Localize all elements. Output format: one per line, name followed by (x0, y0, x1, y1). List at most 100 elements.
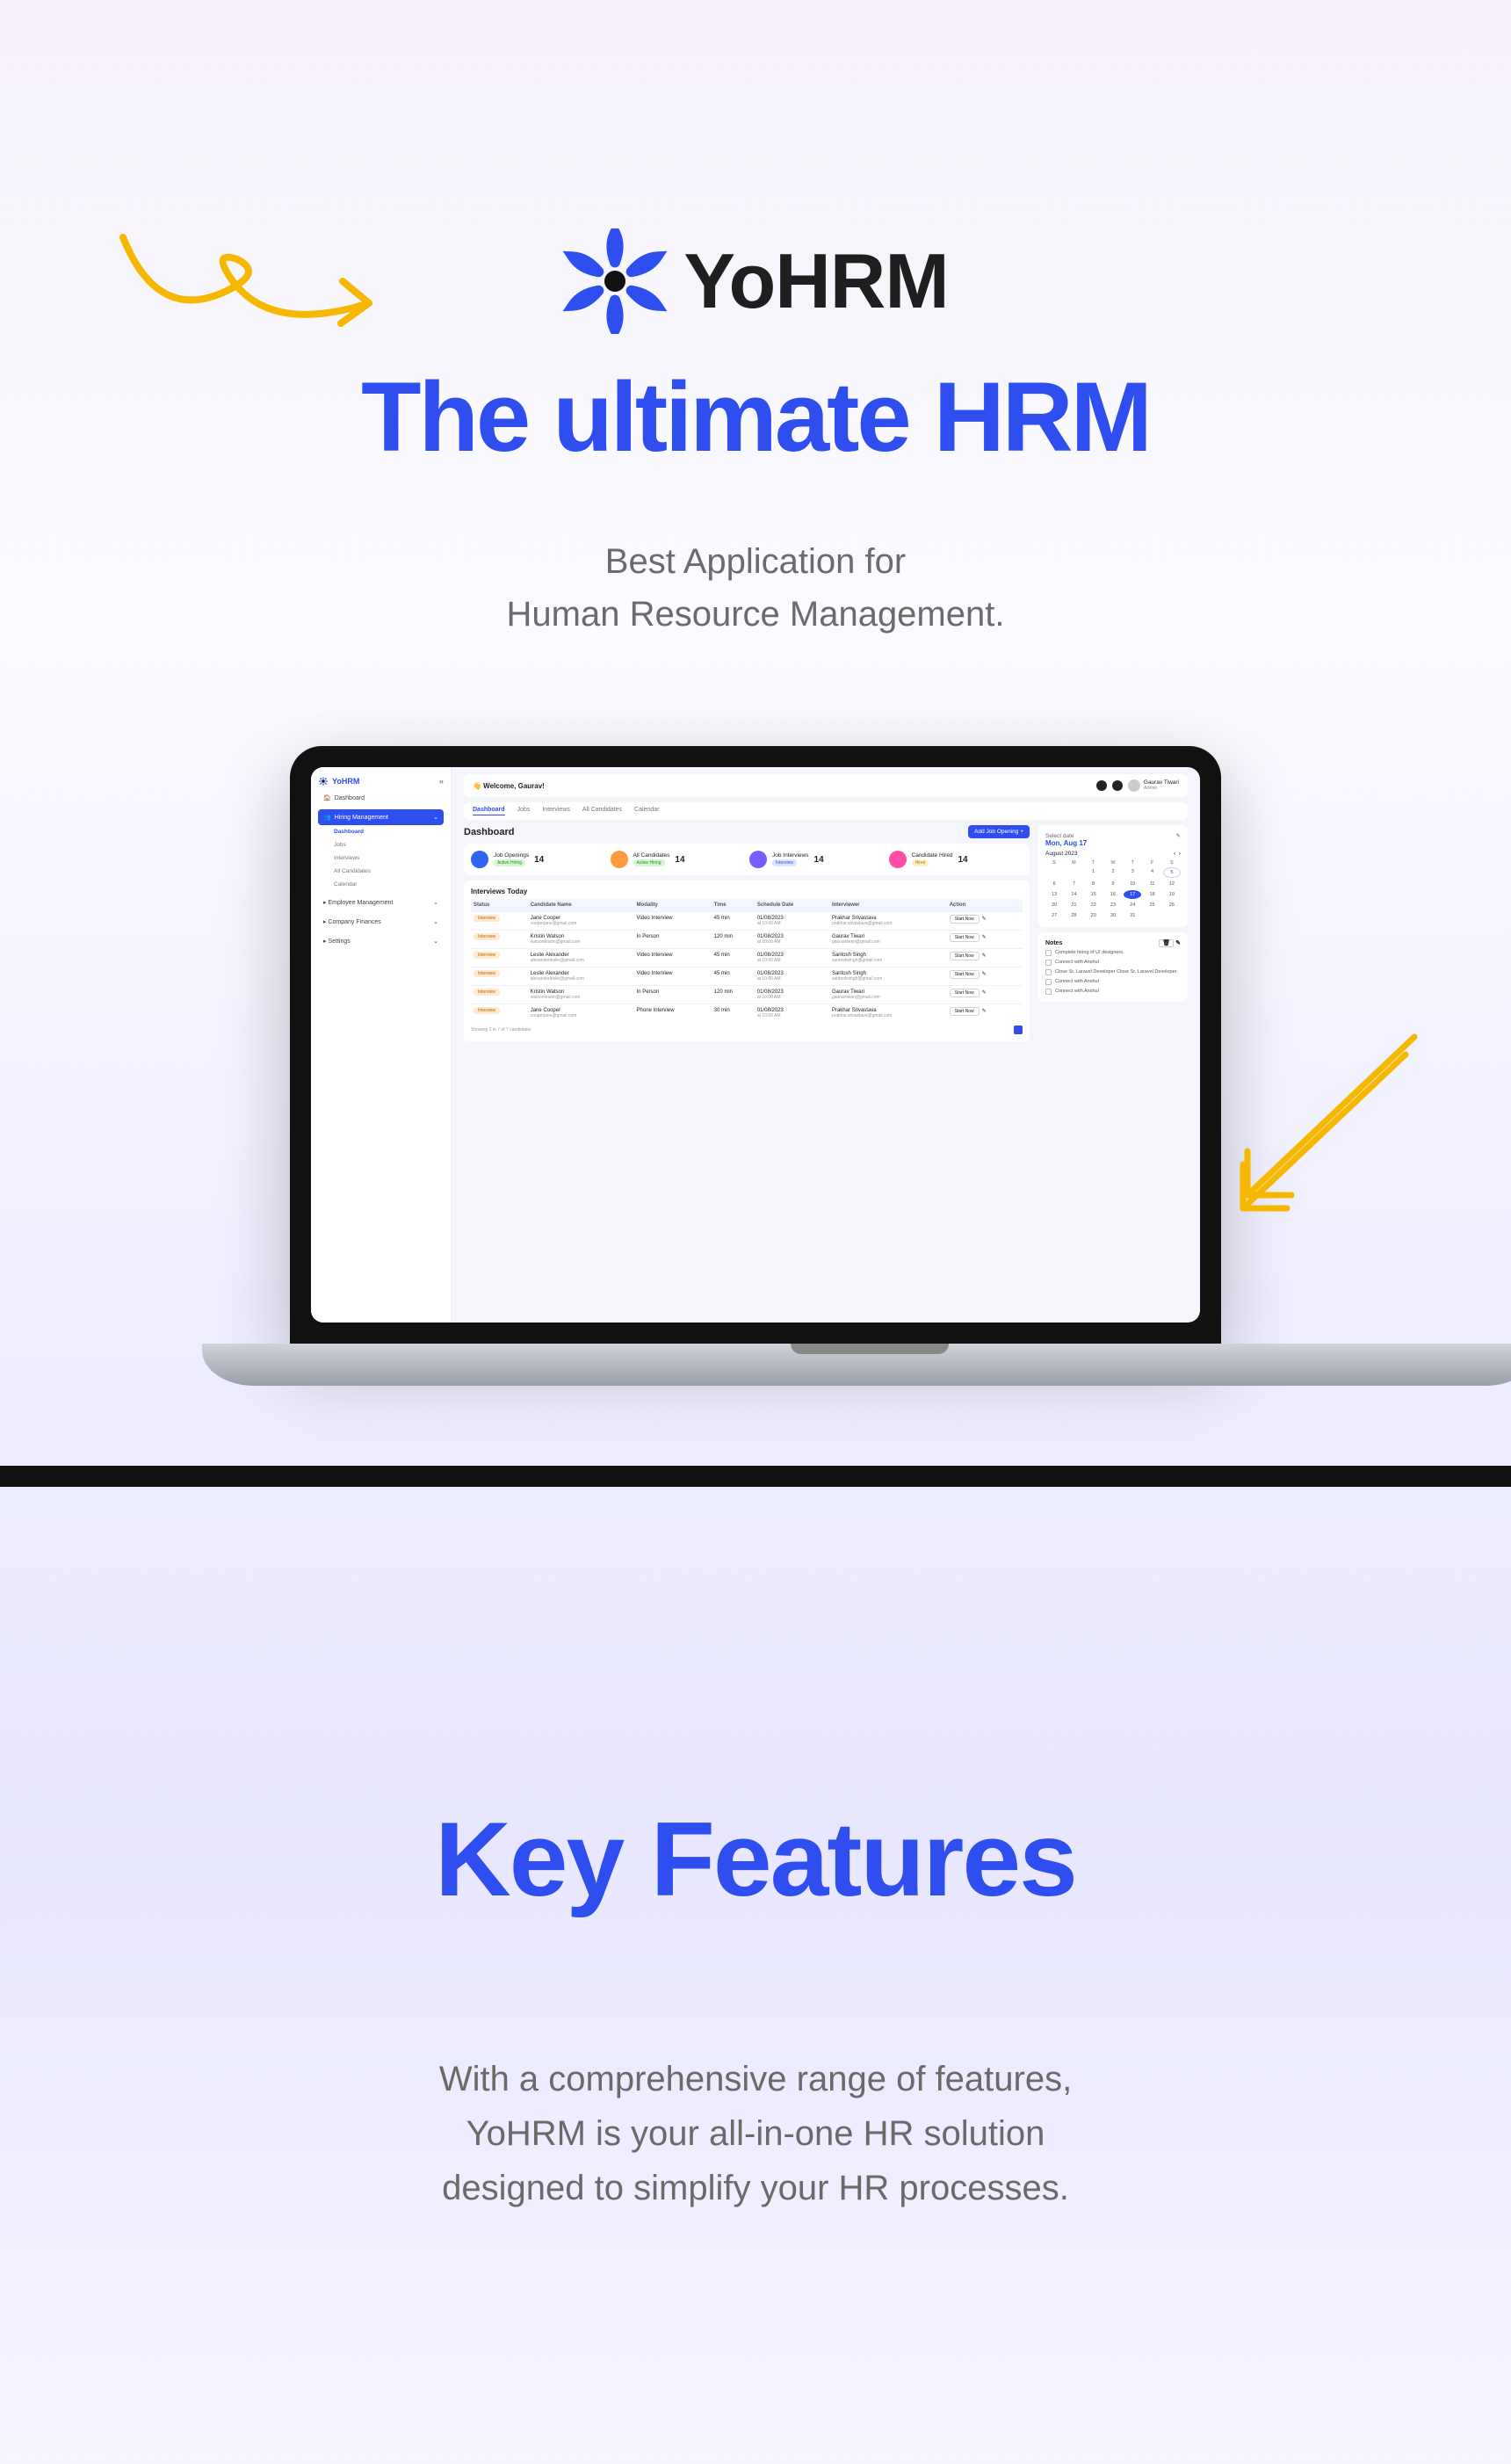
calendar-day (1143, 911, 1160, 920)
edit-icon[interactable]: ✎ (982, 972, 987, 977)
calendar-day[interactable]: 4 (1143, 867, 1160, 878)
edit-icon[interactable]: ✎ (982, 1009, 987, 1014)
stat-icon (611, 851, 628, 868)
sidebar-subitem[interactable]: Interviews (318, 852, 444, 865)
tab[interactable]: All Candidates (582, 807, 622, 815)
start-now-button[interactable]: Start Now (950, 952, 980, 960)
start-now-button[interactable]: Start Now (950, 1007, 980, 1016)
sidebar-item-dashboard[interactable]: 🏠 Dashboard (318, 790, 444, 806)
calendar-month: August 2023 (1045, 851, 1078, 857)
calendar-day[interactable]: 28 (1065, 911, 1082, 920)
calendar-day[interactable]: 7 (1065, 880, 1082, 888)
calendar-day[interactable]: 18 (1143, 890, 1160, 899)
sidebar-subitem[interactable]: Jobs (318, 838, 444, 852)
sidebar-item[interactable]: ▸ Company Finances⌄ (318, 914, 444, 930)
hero-headline: The ultimate HRM (0, 360, 1511, 474)
checkbox-icon[interactable] (1045, 969, 1052, 975)
note-item: Connect with Anshul (1045, 960, 1181, 966)
sidebar-item-hiring[interactable]: 👥 Hiring Management⌄ (318, 809, 444, 825)
welcome-user: Gaurav! (518, 782, 545, 790)
topbar-role: Admin (1144, 786, 1179, 791)
cal-next[interactable]: › (1179, 851, 1181, 857)
sidebar-subitem[interactable]: Dashboard (318, 825, 444, 838)
calendar-day[interactable]: 30 (1104, 911, 1122, 920)
calendar-day[interactable]: 13 (1045, 890, 1063, 899)
tab[interactable]: Jobs (517, 807, 531, 815)
calendar-day[interactable]: 23 (1104, 901, 1122, 910)
calendar-day[interactable]: 16 (1104, 890, 1122, 899)
user-menu[interactable]: Gaurav Tiwari Admin (1128, 779, 1179, 792)
checkbox-icon[interactable] (1045, 979, 1052, 985)
edit-icon[interactable]: ✎ (1176, 832, 1181, 839)
mini-logo-icon (318, 776, 329, 786)
sidebar-item[interactable]: ▸ Settings⌄ (318, 933, 444, 949)
calendar-day[interactable]: 19 (1163, 890, 1181, 899)
calendar-dow: M (1065, 860, 1082, 866)
calendar-day[interactable]: 9 (1104, 880, 1122, 888)
dashboard-title: Dashboard (464, 827, 514, 837)
stat-item: Job OpeningsActive Hiring14 (471, 851, 605, 868)
calendar-day[interactable]: 22 (1085, 901, 1103, 910)
hero-sub1: Best Application for (605, 542, 906, 581)
hero-subhead: Best Application for Human Resource Mana… (0, 535, 1511, 641)
calendar-day[interactable]: 10 (1124, 880, 1141, 888)
sidebar-subitem[interactable]: All Candidates (318, 865, 444, 878)
edit-icon[interactable]: ✎ (1175, 940, 1181, 946)
calendar-dow: T (1124, 860, 1141, 866)
notes-action[interactable]: 🗑 (1159, 939, 1174, 947)
table-row: InterviewKristin Watsonwatsonkristin@gma… (471, 986, 1023, 1004)
calendar-day[interactable]: 3 (1124, 867, 1141, 878)
topbar-icon[interactable] (1096, 780, 1107, 791)
calendar-day[interactable]: 31 (1124, 911, 1141, 920)
calendar-day[interactable]: 1 (1085, 867, 1103, 878)
edit-icon[interactable]: ✎ (982, 917, 987, 922)
calendar-day[interactable]: 15 (1085, 890, 1103, 899)
table-title: Interviews Today (471, 888, 1023, 895)
tab[interactable]: Calendar (634, 807, 659, 815)
calendar-day[interactable]: 6 (1045, 880, 1063, 888)
sidebar-subitem[interactable]: Calendar (318, 878, 444, 891)
calendar-grid: SMTWTFS123456789101112131415161718192021… (1045, 860, 1181, 920)
start-now-button[interactable]: Start Now (950, 915, 980, 924)
calendar-day[interactable]: 5 (1163, 867, 1181, 878)
dashboard-sidebar: YoHRM « 🏠 Dashboard 👥 Hiring Management⌄… (311, 767, 452, 1323)
calendar-day[interactable]: 8 (1085, 880, 1103, 888)
checkbox-icon[interactable] (1045, 989, 1052, 995)
edit-icon[interactable]: ✎ (982, 953, 987, 959)
checkbox-icon[interactable] (1045, 950, 1052, 956)
start-now-button[interactable]: Start Now (950, 970, 980, 979)
cal-prev[interactable]: ‹ (1174, 851, 1175, 857)
edit-icon[interactable]: ✎ (982, 935, 987, 940)
edit-icon[interactable]: ✎ (982, 990, 987, 996)
sidebar-item[interactable]: ▸ Employee Management⌄ (318, 895, 444, 910)
features-title: Key Features (0, 1799, 1511, 1920)
calendar-day[interactable]: 27 (1045, 911, 1063, 920)
calendar-day[interactable]: 24 (1124, 901, 1141, 910)
interviews-table: StatusCandidate NameModalityTimeSchedule… (471, 899, 1023, 1022)
calendar-day[interactable]: 29 (1085, 911, 1103, 920)
calendar-day[interactable]: 25 (1143, 901, 1160, 910)
features-desc-line: With a comprehensive range of features, (439, 2060, 1072, 2098)
checkbox-icon[interactable] (1045, 960, 1052, 966)
start-now-button[interactable]: Start Now (950, 989, 980, 997)
calendar-day[interactable]: 26 (1163, 901, 1181, 910)
calendar-day[interactable]: 2 (1104, 867, 1122, 878)
calendar-day[interactable]: 20 (1045, 901, 1063, 910)
paging-text: Showing 1 to 7 of 7 candidates (471, 1027, 531, 1033)
calendar-select-label: Select date (1045, 833, 1074, 839)
tab[interactable]: Dashboard (473, 807, 505, 815)
tab[interactable]: Interviews (542, 807, 570, 815)
pager-button[interactable] (1014, 1025, 1023, 1034)
calendar-day[interactable]: 21 (1065, 901, 1082, 910)
calendar-day[interactable]: 14 (1065, 890, 1082, 899)
calendar-day[interactable]: 17 (1124, 890, 1141, 899)
calendar-day[interactable]: 12 (1163, 880, 1181, 888)
dashboard-topbar: 👋 Welcome, Gaurav! Gaurav Tiwari Admin (464, 774, 1188, 797)
start-now-button[interactable]: Start Now (950, 933, 980, 942)
features-desc: With a comprehensive range of features, … (0, 2052, 1511, 2215)
add-job-button[interactable]: Add Job Opening + (968, 825, 1030, 838)
desk-line (0, 1466, 1511, 1487)
calendar-day[interactable]: 11 (1143, 880, 1160, 888)
topbar-icon[interactable] (1112, 780, 1123, 791)
calendar-selected-date: Mon, Aug 17 (1045, 839, 1181, 847)
